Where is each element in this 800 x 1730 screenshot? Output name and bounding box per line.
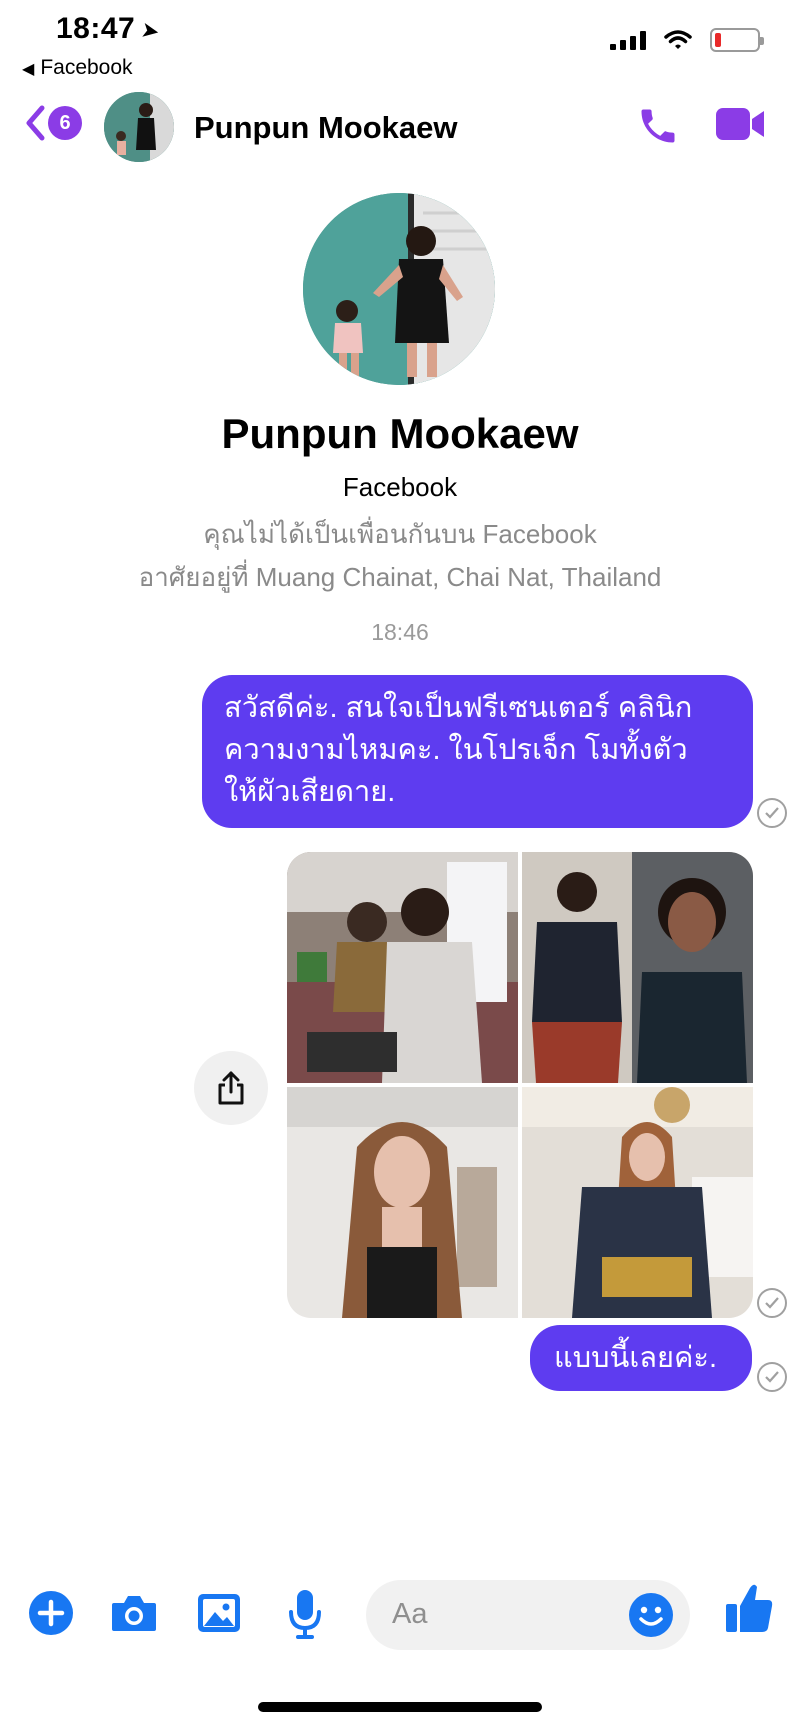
battery-icon: [710, 28, 764, 52]
message-input-placeholder: Aa: [392, 1598, 428, 1630]
delivered-check-icon: [757, 1288, 787, 1318]
microphone-icon[interactable]: [286, 1588, 324, 1640]
delivered-check-icon: [757, 1362, 787, 1392]
friend-status-note: คุณไม่ได้เป็นเพื่อนกันบน Facebook: [203, 519, 597, 549]
message-line: ความงามไหมคะ. ในโปรเจ็ก โมทั้งตัว: [224, 734, 688, 766]
photo-1[interactable]: [287, 852, 518, 1083]
message-text: แบบนี้เลยค่ะ.: [554, 1342, 718, 1374]
share-button[interactable]: [194, 1051, 268, 1125]
message-composer: Aa: [0, 1580, 800, 1650]
photo-3[interactable]: [287, 1087, 518, 1318]
camera-icon[interactable]: [110, 1593, 158, 1633]
sent-message-bubble[interactable]: แบบนี้เลยค่ะ.: [530, 1325, 752, 1391]
message-timestamp: 18:46: [371, 619, 429, 645]
phone-icon[interactable]: [636, 104, 680, 148]
emoji-icon[interactable]: [628, 1592, 674, 1638]
profile-location: อาศัยอยู่ที่ Muang Chainat, Chai Nat, Th…: [138, 562, 662, 592]
back-triangle-icon: ◀: [22, 61, 35, 78]
profile-avatar[interactable]: [303, 193, 495, 385]
status-time: 18:47 ➤: [56, 12, 163, 46]
status-indicators: [610, 28, 764, 52]
video-camera-icon[interactable]: [714, 106, 766, 142]
back-app-label: Facebook: [40, 56, 133, 79]
thumbs-up-icon[interactable]: [724, 1582, 774, 1634]
contact-avatar[interactable]: [104, 92, 174, 162]
back-chevron-icon: [26, 105, 45, 141]
contact-name[interactable]: Punpun Mookaew: [194, 110, 458, 146]
location-arrow-icon: ➤: [139, 16, 163, 45]
profile-platform: Facebook: [342, 472, 458, 502]
photo-4[interactable]: [522, 1087, 753, 1318]
message-line: ให้ผัวเสียดาย.: [224, 776, 396, 808]
profile-name: Punpun Mookaew: [221, 410, 579, 457]
message-input[interactable]: Aa: [366, 1580, 690, 1650]
sent-message-bubble[interactable]: สวัสดีค่ะ. สนใจเป็นฟรีเซนเตอร์ คลินิก คว…: [202, 675, 753, 828]
home-indicator: [258, 1702, 542, 1712]
gallery-icon[interactable]: [196, 1592, 242, 1634]
message-line: สวัสดีค่ะ. สนใจเป็นฟรีเซนเตอร์ คลินิก: [224, 692, 693, 724]
back-to-app-link[interactable]: ◀ Facebook: [22, 56, 133, 80]
cellular-signal-icon: [610, 30, 646, 50]
photo-2[interactable]: [522, 852, 753, 1083]
conversation-header: 6 Punpun Mookaew: [0, 88, 800, 168]
back-button[interactable]: 6: [24, 104, 82, 142]
photo-grid[interactable]: [287, 852, 753, 1318]
share-icon: [218, 1071, 244, 1105]
plus-icon[interactable]: [28, 1590, 74, 1636]
wifi-icon: [664, 30, 692, 49]
clock-text: 18:47: [56, 12, 136, 45]
unread-badge: 6: [48, 106, 82, 140]
delivered-check-icon: [757, 798, 787, 828]
